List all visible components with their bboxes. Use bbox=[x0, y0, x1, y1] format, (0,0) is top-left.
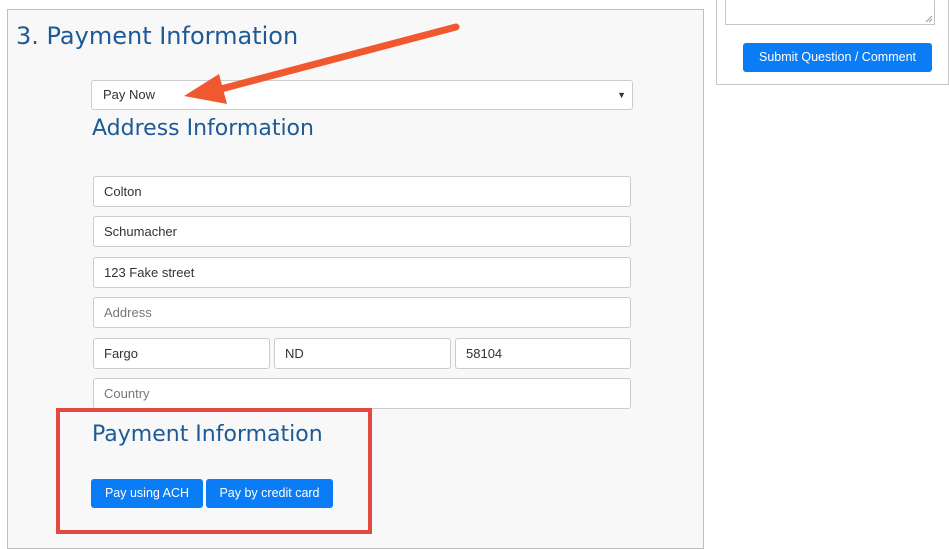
annotation-arrow-icon bbox=[184, 23, 460, 104]
